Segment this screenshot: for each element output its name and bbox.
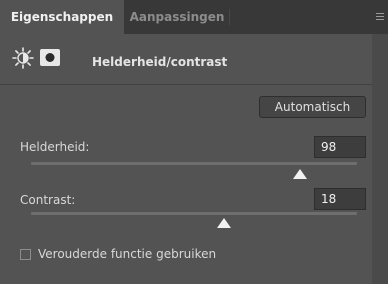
panel-menu-icon[interactable] — [376, 13, 384, 21]
legacy-checkbox[interactable] — [20, 249, 31, 260]
brightness-label: Helderheid: — [20, 140, 90, 154]
brightness-slider-track[interactable] — [31, 162, 357, 165]
adjustment-title: Helderheid/contrast — [92, 55, 228, 69]
panel-tab-bar: Eigenschappen Aanpassingen — [0, 0, 388, 34]
brightness-slider-thumb[interactable] — [293, 169, 307, 179]
auto-button[interactable]: Automatisch — [259, 96, 366, 118]
contrast-label: Contrast: — [20, 193, 76, 207]
brightness-contrast-icon[interactable] — [12, 47, 34, 69]
adjustment-header: Helderheid/contrast — [0, 34, 372, 85]
tab-divider — [229, 9, 230, 25]
tab-adjustments[interactable]: Aanpassingen — [124, 0, 230, 34]
brightness-value-field[interactable]: 98 — [314, 136, 366, 158]
contrast-slider-thumb[interactable] — [217, 218, 231, 228]
tab-properties[interactable]: Eigenschappen — [0, 0, 124, 34]
contrast-value-field[interactable]: 18 — [314, 188, 366, 210]
layer-mask-icon[interactable] — [40, 49, 60, 66]
legacy-checkbox-label[interactable]: Verouderde functie gebruiken — [38, 247, 216, 261]
contrast-slider-track[interactable] — [31, 212, 357, 215]
panel-scrollbar[interactable] — [372, 34, 388, 284]
